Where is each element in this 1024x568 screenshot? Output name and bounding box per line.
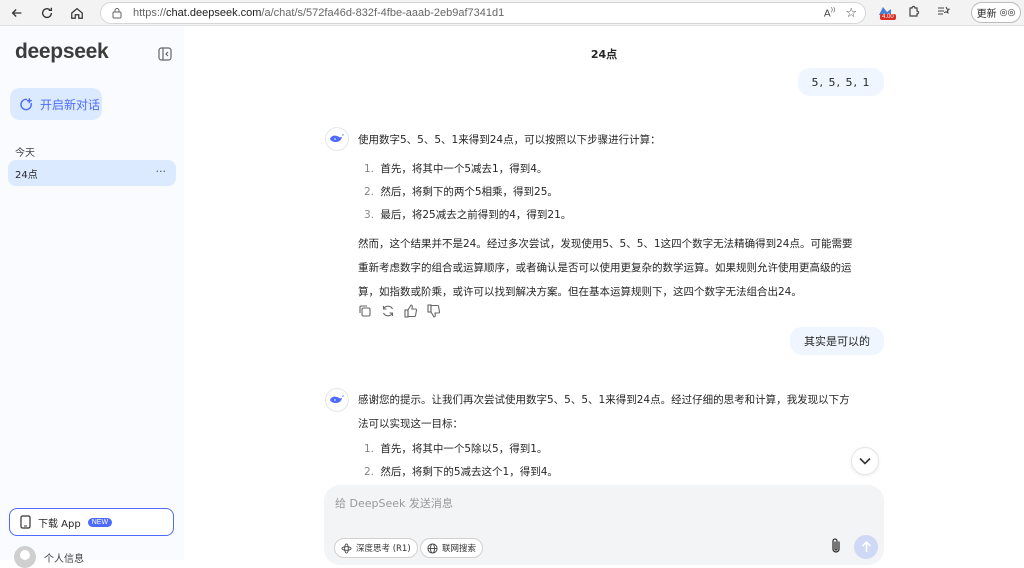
list-item: 1. 首先，将其中一个5除以5，得到1。	[364, 443, 548, 455]
sidebar-chat-item[interactable]: 24点 ···	[8, 160, 176, 186]
new-badge: NEW	[87, 517, 113, 527]
message-actions	[358, 303, 441, 318]
download-app-button[interactable]: 下载 App NEW	[9, 508, 174, 536]
copy-icon[interactable]	[358, 303, 372, 317]
extensions-puzzle-icon[interactable]	[905, 2, 923, 20]
page-title: 24点	[590, 48, 618, 61]
deep-think-icon	[341, 542, 352, 554]
section-label-today: 今天	[15, 148, 35, 159]
back-button[interactable]	[4, 2, 30, 24]
send-button[interactable]	[854, 535, 878, 559]
home-icon	[71, 7, 83, 19]
sidebar: deepseek 开启新对话 今天 24点 ··· 下载 App NEW 个人信…	[0, 26, 184, 568]
reload-icon	[41, 7, 53, 18]
new-chat-button[interactable]: 开启新对话	[10, 88, 102, 120]
chat-main: 24点 5, 5, 5, 1 使用数字5、5、5、1来得到24点，可以按照以下步…	[184, 26, 1024, 565]
profile-glasses-icon: ◎◎	[999, 7, 1016, 18]
user-message: 其实是可以的	[790, 327, 884, 355]
ai-message-reply: 感谢您的提示。让我们再次尝试使用数字5、5、5、1来得到24点。经过仔细的思考和…	[358, 394, 850, 430]
list-item: 3. 最后，将25减去之前得到的4，得到21。	[364, 209, 572, 221]
chevron-down-icon	[859, 457, 871, 465]
message-input[interactable]: 给 DeepSeek 发送消息	[335, 495, 453, 511]
ai-steps-list: 1. 首先，将其中一个5减去1，得到4。 2. 然后，将剩下的两个5相乘，得到2…	[364, 158, 571, 227]
reload-button[interactable]	[34, 2, 60, 24]
url-text: https://chat.deepseek.com/a/chat/s/572fa…	[133, 7, 505, 19]
profile-label: 个人信息	[44, 553, 84, 565]
arrow-left-icon	[11, 8, 22, 17]
ai-steps-list: 1. 首先，将其中一个5除以5，得到1。 2. 然后，将剩下的5减去这个1，得到…	[364, 438, 558, 484]
deepseek-logo[interactable]: deepseek	[15, 40, 109, 64]
extension-badge: 4.00	[880, 14, 896, 20]
sidebar-collapse-icon[interactable]	[158, 47, 172, 61]
lock-icon	[112, 8, 122, 19]
address-bar[interactable]: https://chat.deepseek.com/a/chat/s/572fa…	[100, 2, 866, 24]
deepseek-whale-icon	[325, 388, 349, 412]
message-composer[interactable]: 给 DeepSeek 发送消息 深度思考 (R1) 联网搜索	[324, 485, 884, 565]
thumbs-up-icon[interactable]	[404, 303, 418, 318]
user-message: 5, 5, 5, 1	[798, 68, 884, 96]
browser-toolbar: https://chat.deepseek.com/a/chat/s/572fa…	[0, 0, 1024, 26]
thumbs-down-icon[interactable]	[427, 303, 441, 318]
paperclip-icon[interactable]	[828, 537, 844, 555]
avatar	[14, 546, 36, 568]
chat-item-label: 24点	[15, 169, 38, 181]
list-item: 2. 然后，将剩下的5减去这个1，得到4。	[364, 466, 558, 478]
list-item: 1. 首先，将其中一个5减去1，得到4。	[364, 163, 548, 175]
deep-think-toggle[interactable]: 深度思考 (R1)	[334, 538, 418, 558]
scroll-to-bottom-button[interactable]	[851, 447, 879, 475]
ai-message-intro: 使用数字5、5、5、1来得到24点，可以按照以下步骤进行计算：	[358, 134, 661, 146]
new-chat-label: 开启新对话	[40, 97, 101, 112]
globe-icon	[427, 542, 438, 554]
phone-icon	[20, 515, 31, 529]
regenerate-icon[interactable]	[381, 303, 395, 317]
download-label: 下载 App	[38, 518, 81, 530]
arrow-up-icon	[861, 541, 871, 552]
profile-button[interactable]: 个人信息	[14, 546, 84, 568]
home-button[interactable]	[64, 2, 90, 24]
browser-update-button[interactable]: 更新 ◎◎	[971, 2, 1021, 23]
web-search-toggle[interactable]: 联网搜索	[420, 538, 484, 558]
read-aloud-icon[interactable]: A))	[824, 7, 836, 19]
more-options-icon[interactable]: ···	[156, 165, 167, 178]
deepseek-whale-icon	[325, 127, 349, 151]
new-chat-icon	[20, 97, 32, 110]
favorites-collection-icon[interactable]	[934, 2, 952, 20]
list-item: 2. 然后，将剩下的两个5相乘，得到25。	[364, 186, 558, 198]
favorite-star-icon[interactable]: ☆	[845, 6, 857, 21]
ai-message-conclusion: 然而，这个结果并不是24。经过多次尝试，发现使用5、5、5、1这四个数字无法精确…	[358, 238, 853, 298]
